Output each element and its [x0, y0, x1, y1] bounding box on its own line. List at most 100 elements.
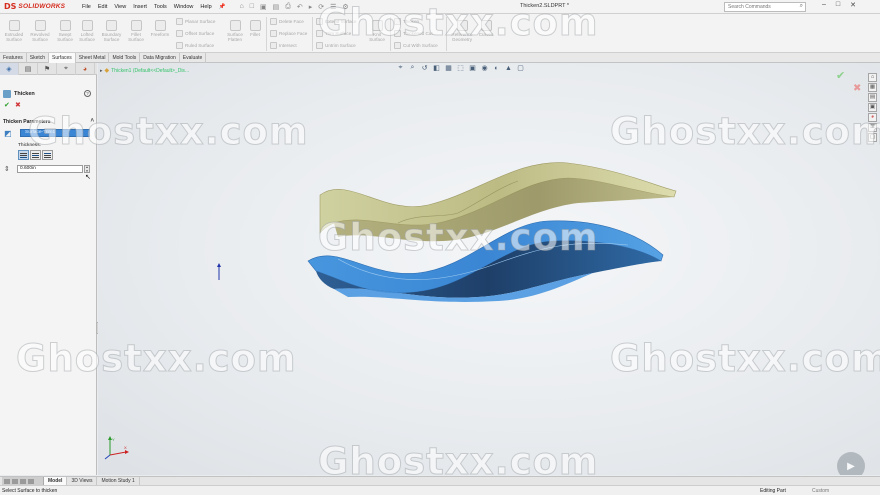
file-properties-icon[interactable]: ☰: [330, 3, 336, 11]
select-icon[interactable]: ▸: [309, 3, 313, 11]
reference-geometry-icon: [456, 20, 468, 31]
replace-face-button[interactable]: Replace Face: [270, 30, 307, 37]
trim-surface-button[interactable]: Trim Surface: [316, 30, 351, 37]
trim-surface-icon: [316, 30, 323, 37]
menu-help[interactable]: Help: [200, 4, 211, 10]
thickness-spinner[interactable]: ▴ ▾: [84, 165, 90, 173]
boundary-surface-button[interactable]: Boundary Surface: [99, 20, 124, 42]
new-document-icon[interactable]: □: [250, 3, 254, 11]
fillet-surface-button[interactable]: Fillet Surface: [126, 20, 146, 42]
tab-sheet-metal[interactable]: Sheet Metal: [76, 53, 110, 63]
home-icon[interactable]: ⌂: [240, 3, 244, 11]
property-manager-tab[interactable]: ▤: [19, 63, 38, 75]
pin-icon[interactable]: 📌: [219, 4, 226, 10]
intersect-button[interactable]: Intersect: [270, 42, 297, 49]
ruled-surface-button[interactable]: Ruled Surface: [176, 42, 214, 49]
title-bar: DS SOLIDWORKS File Edit View Insert Tool…: [0, 0, 880, 14]
tab-navigation-arrows[interactable]: [2, 477, 44, 485]
thicken-both-sides-button[interactable]: [30, 150, 41, 160]
reference-geometry-button[interactable]: Reference Geometry: [449, 20, 475, 42]
save-icon[interactable]: ▤: [273, 3, 280, 11]
offset-surface-button[interactable]: Offset Surface: [176, 30, 214, 37]
solidworks-logo[interactable]: DS SOLIDWORKS: [0, 2, 76, 11]
surface-to-thicken-field[interactable]: Surface-Trim1: [20, 129, 90, 137]
menu-file[interactable]: File: [82, 4, 91, 10]
tab-evaluate[interactable]: Evaluate: [180, 53, 207, 63]
thickened-surface-preview[interactable]: [319, 162, 677, 242]
rebuild-icon[interactable]: ⟳: [318, 3, 324, 11]
swept-surface-button[interactable]: Swept Surface: [55, 20, 75, 42]
untrim-surface-button[interactable]: Untrim Surface: [316, 42, 356, 49]
svg-text:Y: Y: [112, 437, 115, 442]
ok-check-icon[interactable]: ✔: [4, 101, 10, 109]
search-commands-input[interactable]: Search Commands ⌕: [724, 2, 806, 12]
tab-mold-tools[interactable]: Mold Tools: [109, 53, 141, 63]
search-icon[interactable]: ⌕: [800, 3, 803, 10]
open-icon[interactable]: ▣: [260, 3, 267, 11]
close-icon[interactable]: ✕: [850, 1, 856, 9]
graphics-area[interactable]: ▸ ◆ Thicken1 (Default<<Default>_Dis... ⌖…: [98, 63, 880, 475]
delete-face-button[interactable]: Delete Face: [270, 18, 304, 25]
ruled-surface-icon: [176, 42, 183, 49]
menu-window[interactable]: Window: [174, 4, 194, 10]
planar-surface-button[interactable]: Planar Surface: [176, 18, 215, 25]
dimxpert-manager-tab[interactable]: ⌖: [57, 63, 76, 75]
collapse-chevron-icon[interactable]: ˄: [90, 118, 94, 124]
revolved-surface-button[interactable]: Revolved Surface: [28, 20, 52, 42]
tab-surfaces[interactable]: Surfaces: [49, 53, 76, 63]
revolved-surface-icon: [34, 20, 46, 31]
cancel-x-icon[interactable]: ✖: [15, 101, 21, 109]
status-editing-mode: Editing Part: [760, 488, 786, 494]
mouse-cursor-icon: ↖: [85, 174, 91, 181]
thicken-side-buttons: [18, 150, 53, 160]
extruded-surface-button[interactable]: Extruded Surface: [3, 20, 25, 42]
menu-bar: File Edit View Insert Tools Window Help …: [76, 4, 226, 10]
search-placeholder: Search Commands: [728, 4, 771, 10]
cut-with-surface-button[interactable]: Cut With Surface: [394, 42, 438, 49]
menu-insert[interactable]: Insert: [133, 4, 147, 10]
video-play-icon[interactable]: ▶: [837, 452, 865, 475]
unit-system-selector[interactable]: Custom: [812, 488, 829, 494]
thickness-input[interactable]: 0.600in: [17, 165, 83, 173]
tab-features[interactable]: Features: [0, 53, 27, 63]
thicken-button[interactable]: Thicken: [394, 18, 419, 25]
minimize-icon[interactable]: –: [822, 1, 826, 9]
thicken-side2-button[interactable]: [42, 150, 53, 160]
curves-icon: [480, 20, 492, 31]
property-manager-title: Thicken: [3, 90, 35, 98]
thicken-parameters-label: Thicken Parameters: [3, 119, 51, 125]
extend-surface-button[interactable]: Extend Surface: [316, 18, 356, 25]
lofted-surface-button[interactable]: Lofted Surface: [77, 20, 97, 42]
window-controls: – □ ✕: [822, 1, 856, 9]
undo-icon[interactable]: ↶: [297, 3, 303, 11]
configuration-manager-tab[interactable]: ⚑: [38, 63, 57, 75]
brand-name: SOLIDWORKS: [18, 3, 66, 10]
menu-tools[interactable]: Tools: [154, 4, 167, 10]
tab-sketch[interactable]: Sketch: [27, 53, 50, 63]
property-icon: ▤: [24, 66, 32, 73]
thickness-icon: ⇕: [4, 166, 10, 173]
extruded-surface-icon: [8, 20, 20, 31]
thicken-parameters-header[interactable]: Thicken Parameters ˄: [3, 118, 94, 125]
freeform-button[interactable]: Freeform: [148, 20, 172, 37]
knit-surface-button[interactable]: Knit Surface: [367, 20, 387, 42]
tab-data-migration[interactable]: Data Migration: [140, 53, 180, 63]
curves-button[interactable]: Curves: [477, 20, 495, 37]
display-manager-tab[interactable]: ◕: [76, 63, 95, 75]
menu-view[interactable]: View: [114, 4, 126, 10]
feature-manager-tab[interactable]: ◈: [0, 63, 19, 75]
reference-triad[interactable]: Y X: [104, 435, 130, 461]
help-icon[interactable]: ?: [84, 90, 91, 97]
menu-edit[interactable]: Edit: [98, 4, 107, 10]
delete-face-icon: [270, 18, 277, 25]
print-icon[interactable]: ⎙: [285, 3, 291, 11]
restore-icon[interactable]: □: [836, 1, 840, 9]
freeform-icon: [154, 20, 166, 31]
thicken-side1-button[interactable]: [18, 150, 29, 160]
ds-logo-mark: DS: [4, 2, 17, 11]
options-icon[interactable]: ⚙: [342, 3, 348, 11]
surface-flatten-button[interactable]: Surface Flatten: [225, 20, 245, 42]
knit-surface-icon: [371, 20, 383, 31]
thickened-cut-button[interactable]: Thickened Cut: [394, 30, 433, 37]
fillet-button[interactable]: Fillet: [247, 20, 263, 37]
